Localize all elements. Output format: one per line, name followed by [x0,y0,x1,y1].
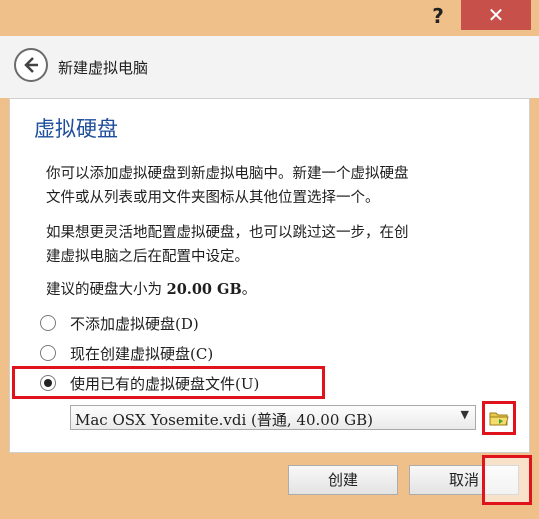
disk-file-select-value: Mac OSX Yosemite.vdi (普通, 40.00 GB) [75,411,373,429]
recommend-size: 20.00 GB [166,281,242,298]
highlight-annotation [482,401,516,435]
recommended-size-text: 建议的硬盘大小为 20.00 GB。 [46,278,516,302]
radio-label: 不添加虚拟硬盘(D) [70,314,199,333]
wizard-title: 新建虚拟电脑 [58,59,149,77]
help-button[interactable]: ? [424,4,452,28]
content-panel: 虚拟硬盘 你可以添加虚拟硬盘到新虚拟电脑中。新建一个虚拟硬盘 文件或从列表或用文… [9,98,530,453]
description-paragraph-2: 如果想更灵活地配置虚拟硬盘，也可以跳过这一步，在创 建虚拟电脑之后在配置中设定。 [46,221,516,269]
radio-label: 现在创建虚拟硬盘(C) [70,344,214,363]
recommend-prefix: 建议的硬盘大小为 [46,282,167,298]
recommend-suffix: 。 [241,282,257,298]
folder-icon [489,412,509,426]
close-button[interactable]: ✕ [461,0,531,30]
para1-line1: 你可以添加虚拟硬盘到新虚拟电脑中。新建一个虚拟硬盘 [46,166,409,182]
wizard-header: 新建虚拟电脑 [0,36,539,98]
radio-label: 使用已有的虚拟硬盘文件(U) [70,374,260,393]
page-title: 虚拟硬盘 [34,117,118,141]
radio-use-existing[interactable]: 使用已有的虚拟硬盘文件(U) [40,370,259,396]
radio-button[interactable] [40,315,56,331]
radio-button-selected[interactable] [40,375,56,391]
choose-disk-file-button[interactable] [488,407,510,429]
radio-button[interactable] [40,345,56,361]
highlight-annotation [482,455,532,505]
para2-line2: 建虚拟电脑之后在配置中设定。 [46,249,249,265]
para1-line2: 文件或从列表或用文件夹图标从其他位置选择一个。 [46,190,380,206]
radio-no-disk[interactable]: 不添加虚拟硬盘(D) [40,310,199,336]
create-button[interactable]: 创建 [288,465,398,495]
back-button[interactable] [14,48,48,82]
para2-line1: 如果想更灵活地配置虚拟硬盘，也可以跳过这一步，在创 [46,225,409,241]
dialog-window: ? ✕ 新建虚拟电脑 虚拟硬盘 你可以添加虚拟硬盘到新虚拟电脑中。新建一个虚拟硬… [0,0,539,519]
radio-create-disk[interactable]: 现在创建虚拟硬盘(C) [40,340,213,366]
chevron-down-icon: ▼ [460,408,469,421]
description-paragraph-1: 你可以添加虚拟硬盘到新虚拟电脑中。新建一个虚拟硬盘 文件或从列表或用文件夹图标从… [46,162,516,210]
back-arrow-icon [24,57,38,73]
disk-file-select[interactable]: Mac OSX Yosemite.vdi (普通, 40.00 GB) ▼ [70,405,476,430]
